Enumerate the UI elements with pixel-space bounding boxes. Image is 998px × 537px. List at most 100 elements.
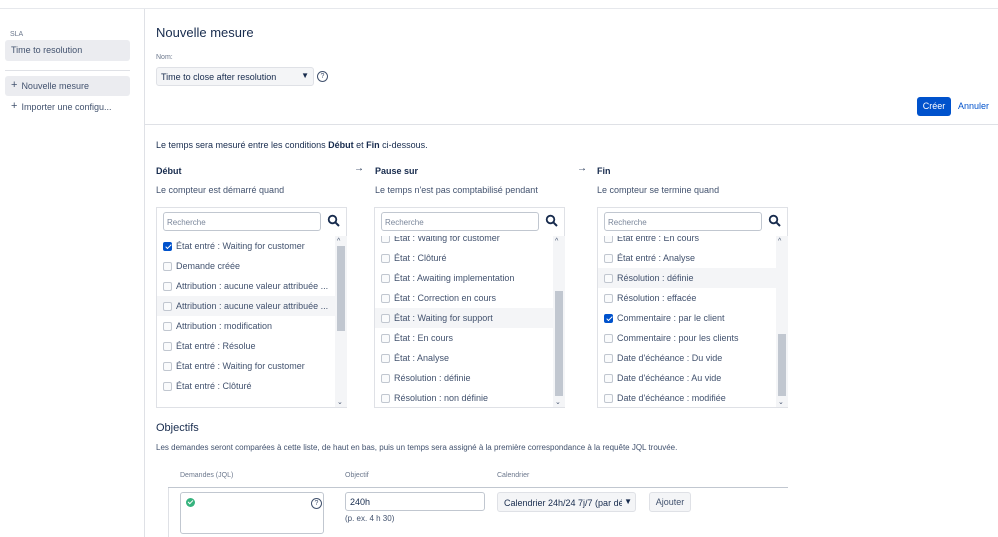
end-conditions-panel: Recherche État entré : En cours État entr… <box>597 207 788 408</box>
checkbox[interactable] <box>381 353 390 363</box>
create-button[interactable]: Créer <box>917 97 951 116</box>
checkbox[interactable] <box>381 293 390 303</box>
chevron-up-icon[interactable]: ^ <box>555 238 558 245</box>
search-input[interactable]: Recherche <box>163 212 321 231</box>
checkbox[interactable] <box>381 393 390 403</box>
list-item-label: État : Clôturé <box>394 253 447 263</box>
jql-input[interactable]: ? <box>180 492 324 534</box>
checkbox[interactable] <box>163 281 172 291</box>
help-icon[interactable]: ? <box>317 71 328 82</box>
list-item-label: État entré : Waiting for customer <box>176 241 305 251</box>
checkbox[interactable] <box>604 313 613 323</box>
chevron-down-icon[interactable]: ⌄ <box>337 398 343 406</box>
name-select-value: Time to close after resolution <box>161 72 277 82</box>
list-item[interactable]: Commentaire : pour les clients <box>598 328 776 348</box>
checkbox[interactable] <box>163 241 172 251</box>
list-item[interactable]: Commentaire : par le client <box>598 308 776 328</box>
chevron-up-icon[interactable]: ^ <box>778 238 781 245</box>
list-item[interactable]: Attribution : aucune valeur attribuée ..… <box>157 276 335 296</box>
checkbox[interactable] <box>163 381 172 391</box>
scrollbar[interactable]: ^ ⌄ <box>553 236 565 407</box>
list-item-label: État entré : En cours <box>617 236 700 243</box>
checkbox[interactable] <box>381 333 390 343</box>
scrollbar-thumb[interactable] <box>778 334 786 396</box>
list-item[interactable]: Date d'échéance : Au vide <box>598 368 776 388</box>
column-header-calendar: Calendrier <box>497 472 530 479</box>
chevron-down-icon[interactable]: ⌄ <box>555 398 561 406</box>
list-item[interactable]: Attribution : modification <box>157 316 335 336</box>
list-item[interactable]: Résolution : effacée <box>598 288 776 308</box>
checkbox[interactable] <box>604 236 613 243</box>
checkbox[interactable] <box>163 341 172 351</box>
list-item-label: État entré : Résolue <box>176 341 256 351</box>
help-icon[interactable]: ? <box>311 498 322 509</box>
search-icon[interactable] <box>545 214 559 228</box>
list-item[interactable]: Résolution : définie <box>598 268 776 288</box>
cancel-button[interactable]: Annuler <box>958 101 989 111</box>
search-input[interactable]: Recherche <box>381 212 539 231</box>
chevron-down-icon: ▼ <box>622 497 632 506</box>
checkbox[interactable] <box>381 253 390 263</box>
intro-start-word: Début <box>328 140 354 150</box>
checkbox[interactable] <box>163 261 172 271</box>
list-item[interactable]: Résolution : définie <box>375 368 553 388</box>
scrollbar[interactable]: ^ ⌄ <box>335 236 347 407</box>
checkbox[interactable] <box>604 273 613 283</box>
list-item[interactable]: Demande créée <box>157 256 335 276</box>
checkbox[interactable] <box>381 373 390 383</box>
checkbox[interactable] <box>604 293 613 303</box>
list-item[interactable]: Attribution : aucune valeur attribuée ..… <box>157 296 335 316</box>
chevron-down-icon: ▼ <box>301 71 309 80</box>
list-item[interactable]: État entré : En cours <box>598 236 776 248</box>
list-item[interactable]: Date d'échéance : modifiée <box>598 388 776 407</box>
calendar-select-value: Calendrier 24h/24 7j/7 (par dé <box>504 498 624 508</box>
checkbox[interactable] <box>163 321 172 331</box>
checkbox[interactable] <box>381 236 390 243</box>
search-input[interactable]: Recherche <box>604 212 762 231</box>
calendar-select[interactable]: Calendrier 24h/24 7j/7 (par dé ▼ <box>497 492 636 512</box>
list-item[interactable]: État entré : Clôturé <box>157 376 335 396</box>
list-item[interactable]: État entré : Résolue <box>157 336 335 356</box>
search-icon[interactable] <box>768 214 782 228</box>
list-item[interactable]: État entré : Analyse <box>598 248 776 268</box>
checkbox[interactable] <box>604 373 613 383</box>
list-item[interactable]: Résolution : non définie <box>375 388 553 407</box>
checkbox[interactable] <box>604 393 613 403</box>
list-item[interactable]: État : Analyse <box>375 348 553 368</box>
add-button[interactable]: Ajouter <box>649 492 691 512</box>
list-item[interactable]: État : En cours <box>375 328 553 348</box>
list-item[interactable]: État : Waiting for customer <box>375 236 553 248</box>
name-select[interactable]: Time to close after resolution ▼ <box>156 67 314 86</box>
chevron-down-icon[interactable]: ⌄ <box>778 398 784 406</box>
goal-input[interactable]: 240h <box>345 492 485 511</box>
list-item[interactable]: État entré : Waiting for customer <box>157 356 335 376</box>
search-icon[interactable] <box>327 214 341 228</box>
sidebar-item-time-to-resolution[interactable]: Time to resolution <box>5 40 130 61</box>
checkbox[interactable] <box>381 273 390 283</box>
checkbox[interactable] <box>163 301 172 311</box>
list-item[interactable]: État : Clôturé <box>375 248 553 268</box>
conditions-list: État entré : Waiting for customer Demande… <box>157 236 335 407</box>
list-item-label: État : Waiting for customer <box>394 236 500 243</box>
sidebar-item-import-config[interactable]: + Importer une configu... <box>5 97 130 117</box>
conditions-intro: Le temps sera mesuré entre les condition… <box>156 140 428 150</box>
checkbox[interactable] <box>604 253 613 263</box>
chevron-up-icon[interactable]: ^ <box>337 238 340 245</box>
checkbox[interactable] <box>604 353 613 363</box>
row-border <box>168 488 169 537</box>
list-item[interactable]: État entré : Waiting for customer <box>157 236 335 256</box>
scrollbar[interactable]: ^ ⌄ <box>776 236 788 407</box>
checkbox[interactable] <box>604 333 613 343</box>
list-item[interactable]: Date d'échéance : Du vide <box>598 348 776 368</box>
list-item[interactable]: État : Correction en cours <box>375 288 553 308</box>
sidebar-item-new-metric[interactable]: + Nouvelle mesure <box>5 76 130 96</box>
list-item-label: Date d'échéance : modifiée <box>617 393 726 403</box>
checkbox[interactable] <box>163 361 172 371</box>
scrollbar-thumb[interactable] <box>555 291 563 396</box>
list-item[interactable]: État : Waiting for support <box>375 308 553 328</box>
scrollbar-thumb[interactable] <box>337 246 345 331</box>
checkbox[interactable] <box>381 313 390 323</box>
list-item[interactable]: État : Awaiting implementation <box>375 268 553 288</box>
intro-text: ci-dessous. <box>379 140 428 150</box>
sidebar-item-label: Nouvelle mesure <box>21 81 89 91</box>
